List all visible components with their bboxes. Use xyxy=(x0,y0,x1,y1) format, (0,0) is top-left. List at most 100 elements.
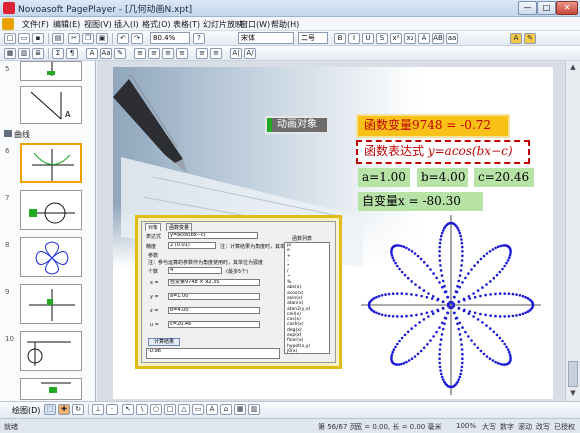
menu-slideshow[interactable]: 幻灯片放映 xyxy=(203,19,243,30)
wordart-icon[interactable]: A xyxy=(206,404,218,415)
pattern-icon[interactable]: ▥ xyxy=(248,404,260,415)
redo-icon[interactable]: ↷ xyxy=(131,33,143,44)
italic-button[interactable]: I xyxy=(348,33,360,44)
point-icon[interactable]: · xyxy=(106,404,118,415)
count-input[interactable]: 4 xyxy=(168,267,222,274)
open-icon[interactable]: ▭ xyxy=(18,33,30,44)
text-box-button[interactable]: A| xyxy=(230,48,242,59)
vertical-scrollbar[interactable]: ▲ ▼ xyxy=(565,61,580,401)
sum-button[interactable]: Σ xyxy=(52,48,64,59)
justify-button[interactable]: ≡ xyxy=(176,48,188,59)
select-icon[interactable]: ⬚ xyxy=(44,404,56,415)
zoom-select[interactable]: 80.4% xyxy=(150,32,190,44)
curve-dot xyxy=(473,264,476,267)
font-select[interactable]: 宋体 xyxy=(238,32,294,44)
tab-object[interactable]: 对象 xyxy=(145,223,162,231)
menu-format[interactable]: 格式(O) xyxy=(142,19,171,30)
align-center-button[interactable]: ≡ xyxy=(148,48,160,59)
draw-menu[interactable]: 绘图(D) xyxy=(12,405,40,416)
char-style-button[interactable]: AB xyxy=(432,33,444,44)
picture-icon[interactable]: ⌂ xyxy=(220,404,232,415)
tab-function-variable[interactable]: 函数变量 xyxy=(166,223,193,231)
animation-object-button[interactable]: 动画对象 xyxy=(265,116,329,134)
help-icon[interactable]: ? xyxy=(193,33,205,44)
edit-icon[interactable]: ✎ xyxy=(114,48,126,59)
case-button[interactable]: aa xyxy=(446,33,458,44)
slide-thumbnail[interactable] xyxy=(20,190,82,230)
param-row-select[interactable]: b=4.00 xyxy=(168,307,260,314)
function-list-item[interactable]: j0(x) xyxy=(287,349,329,353)
indent-button[interactable]: ≡ xyxy=(196,48,208,59)
highlight-icon[interactable]: A xyxy=(510,33,522,44)
menu-insert[interactable]: 插入(I) xyxy=(114,19,139,30)
menu-view[interactable]: 视图(V) xyxy=(84,19,112,30)
align-right-button[interactable]: ≡ xyxy=(162,48,174,59)
triangle-icon[interactable]: △ xyxy=(178,404,190,415)
curve-dot xyxy=(419,349,423,353)
copy-icon[interactable]: ❐ xyxy=(82,33,94,44)
slide-thumbnail[interactable] xyxy=(20,284,82,324)
slide-thumbnail-selected[interactable] xyxy=(20,143,82,183)
outdent-button[interactable]: ≡ xyxy=(210,48,222,59)
menu-edit[interactable]: 编辑(E) xyxy=(53,19,80,30)
font-color-button[interactable]: A xyxy=(418,33,430,44)
param-row-select[interactable]: 自变量9748 × 92.35 xyxy=(168,279,260,286)
slide-thumbnail[interactable] xyxy=(20,331,82,371)
rectangle-icon[interactable]: □ xyxy=(164,404,176,415)
slide-thumbnail[interactable] xyxy=(20,378,82,400)
menu-table[interactable]: 表格(T) xyxy=(173,19,200,30)
menu-help[interactable]: 帮助(H) xyxy=(271,19,299,30)
precision-select[interactable]: 2 (0.01) xyxy=(168,242,216,249)
list-icon[interactable]: ≣ xyxy=(32,48,44,59)
minimize-button[interactable]: — xyxy=(518,1,537,15)
slide-thumbnail[interactable] xyxy=(20,237,82,277)
slide-thumbnail[interactable] xyxy=(20,61,82,81)
ellipse-icon[interactable]: ○ xyxy=(150,404,162,415)
function-list[interactable]: pi e + - * / ^% abs(x) acos(x) asin(x) atan(x) atan… xyxy=(284,242,330,354)
calculate-button[interactable]: 计算结果 xyxy=(148,338,180,346)
text-button[interactable]: A xyxy=(86,48,98,59)
line-icon[interactable]: \ xyxy=(136,404,148,415)
columns-icon[interactable]: ▥ xyxy=(18,48,30,59)
curve-dot xyxy=(438,245,441,249)
italic-text-button[interactable]: A/ xyxy=(244,48,256,59)
scroll-down-icon[interactable]: ▼ xyxy=(568,389,578,398)
scroll-up-icon[interactable]: ▲ xyxy=(568,63,578,72)
cut-icon[interactable]: ✂ xyxy=(68,33,80,44)
strike-button[interactable]: S xyxy=(376,33,388,44)
close-button[interactable]: ✕ xyxy=(556,1,578,15)
bold-button[interactable]: B xyxy=(334,33,346,44)
brush-icon[interactable]: ✎ xyxy=(524,33,536,44)
count-hint: (最多5个) xyxy=(226,269,249,275)
fill-icon[interactable]: ▦ xyxy=(234,404,246,415)
group-icon[interactable]: ✚ xyxy=(58,404,70,415)
expression-input[interactable]: y=acos(bx−c) xyxy=(168,232,258,239)
new-icon[interactable]: □ xyxy=(4,33,16,44)
param-row-select[interactable]: a=1.00 xyxy=(168,293,260,300)
superscript-button[interactable]: x² xyxy=(390,33,402,44)
curve-dot xyxy=(458,375,462,379)
paragraph-button[interactable]: ¶ xyxy=(66,48,78,59)
slide-thumbnail[interactable]: A xyxy=(20,86,82,124)
scroll-thumb[interactable] xyxy=(568,361,578,387)
pointer-icon[interactable]: ↖ xyxy=(122,404,134,415)
align-left-button[interactable]: ≡ xyxy=(134,48,146,59)
print-icon[interactable]: ▤ xyxy=(52,33,64,44)
rotate-icon[interactable]: ↻ xyxy=(72,404,84,415)
table-icon[interactable]: ▦ xyxy=(4,48,16,59)
subscript-button[interactable]: x₂ xyxy=(404,33,416,44)
save-icon[interactable]: ▪ xyxy=(32,33,44,44)
textcase-button[interactable]: Aa xyxy=(100,48,112,59)
underline-button[interactable]: U xyxy=(362,33,374,44)
param-row-select[interactable]: c=20.46 xyxy=(168,321,260,328)
axis-icon[interactable]: ⊥ xyxy=(92,404,104,415)
font-size-select[interactable]: 二号 xyxy=(298,32,328,44)
paste-icon[interactable]: ▣ xyxy=(96,33,108,44)
menu-window[interactable]: 窗口(W) xyxy=(240,19,270,30)
curve-dot xyxy=(384,314,387,317)
curve-dot xyxy=(415,313,418,317)
menu-file[interactable]: 文件(F) xyxy=(22,19,49,30)
textbox-icon[interactable]: ▭ xyxy=(192,404,204,415)
maximize-button[interactable]: □ xyxy=(537,1,556,15)
undo-icon[interactable]: ↶ xyxy=(117,33,129,44)
